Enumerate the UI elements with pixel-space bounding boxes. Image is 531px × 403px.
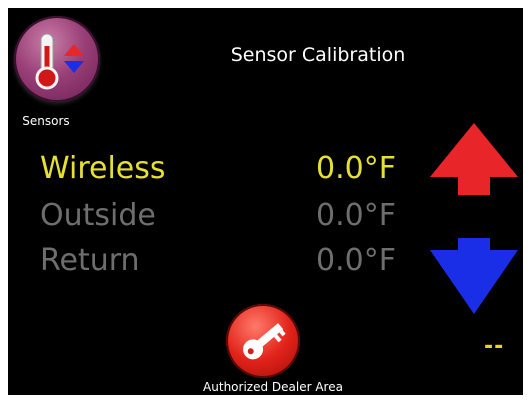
sensor-name: Return [40,243,140,278]
arrow-down-icon [430,238,518,314]
sensor-temperature: 0.0°F [316,151,396,186]
decrease-button[interactable] [428,236,520,316]
thermometer-icon [35,33,84,90]
sensor-row-wireless[interactable]: Wireless 0.0°F [40,149,400,189]
sensors-button[interactable] [14,16,100,102]
sensor-temperature: 0.0°F [316,243,396,278]
sensor-name: Wireless [40,151,166,186]
sensors-label: Sensors [22,114,70,128]
dealer-area-label: Authorized Dealer Area [203,380,343,394]
sensor-temperature: 0.0°F [316,198,396,233]
key-icon [243,323,286,360]
arrow-up-icon [430,123,518,195]
dealer-area-button[interactable] [226,304,300,378]
sensor-row-return[interactable]: Return 0.0°F [40,241,400,281]
calibration-screen: Sensors Sensor Calibration Wireless 0.0°… [8,8,523,395]
sensor-row-outside[interactable]: Outside 0.0°F [40,196,400,236]
increase-button[interactable] [428,121,520,197]
sensor-name: Outside [40,198,156,233]
offset-display: -- [484,334,505,359]
page-title: Sensor Calibration [230,44,406,66]
